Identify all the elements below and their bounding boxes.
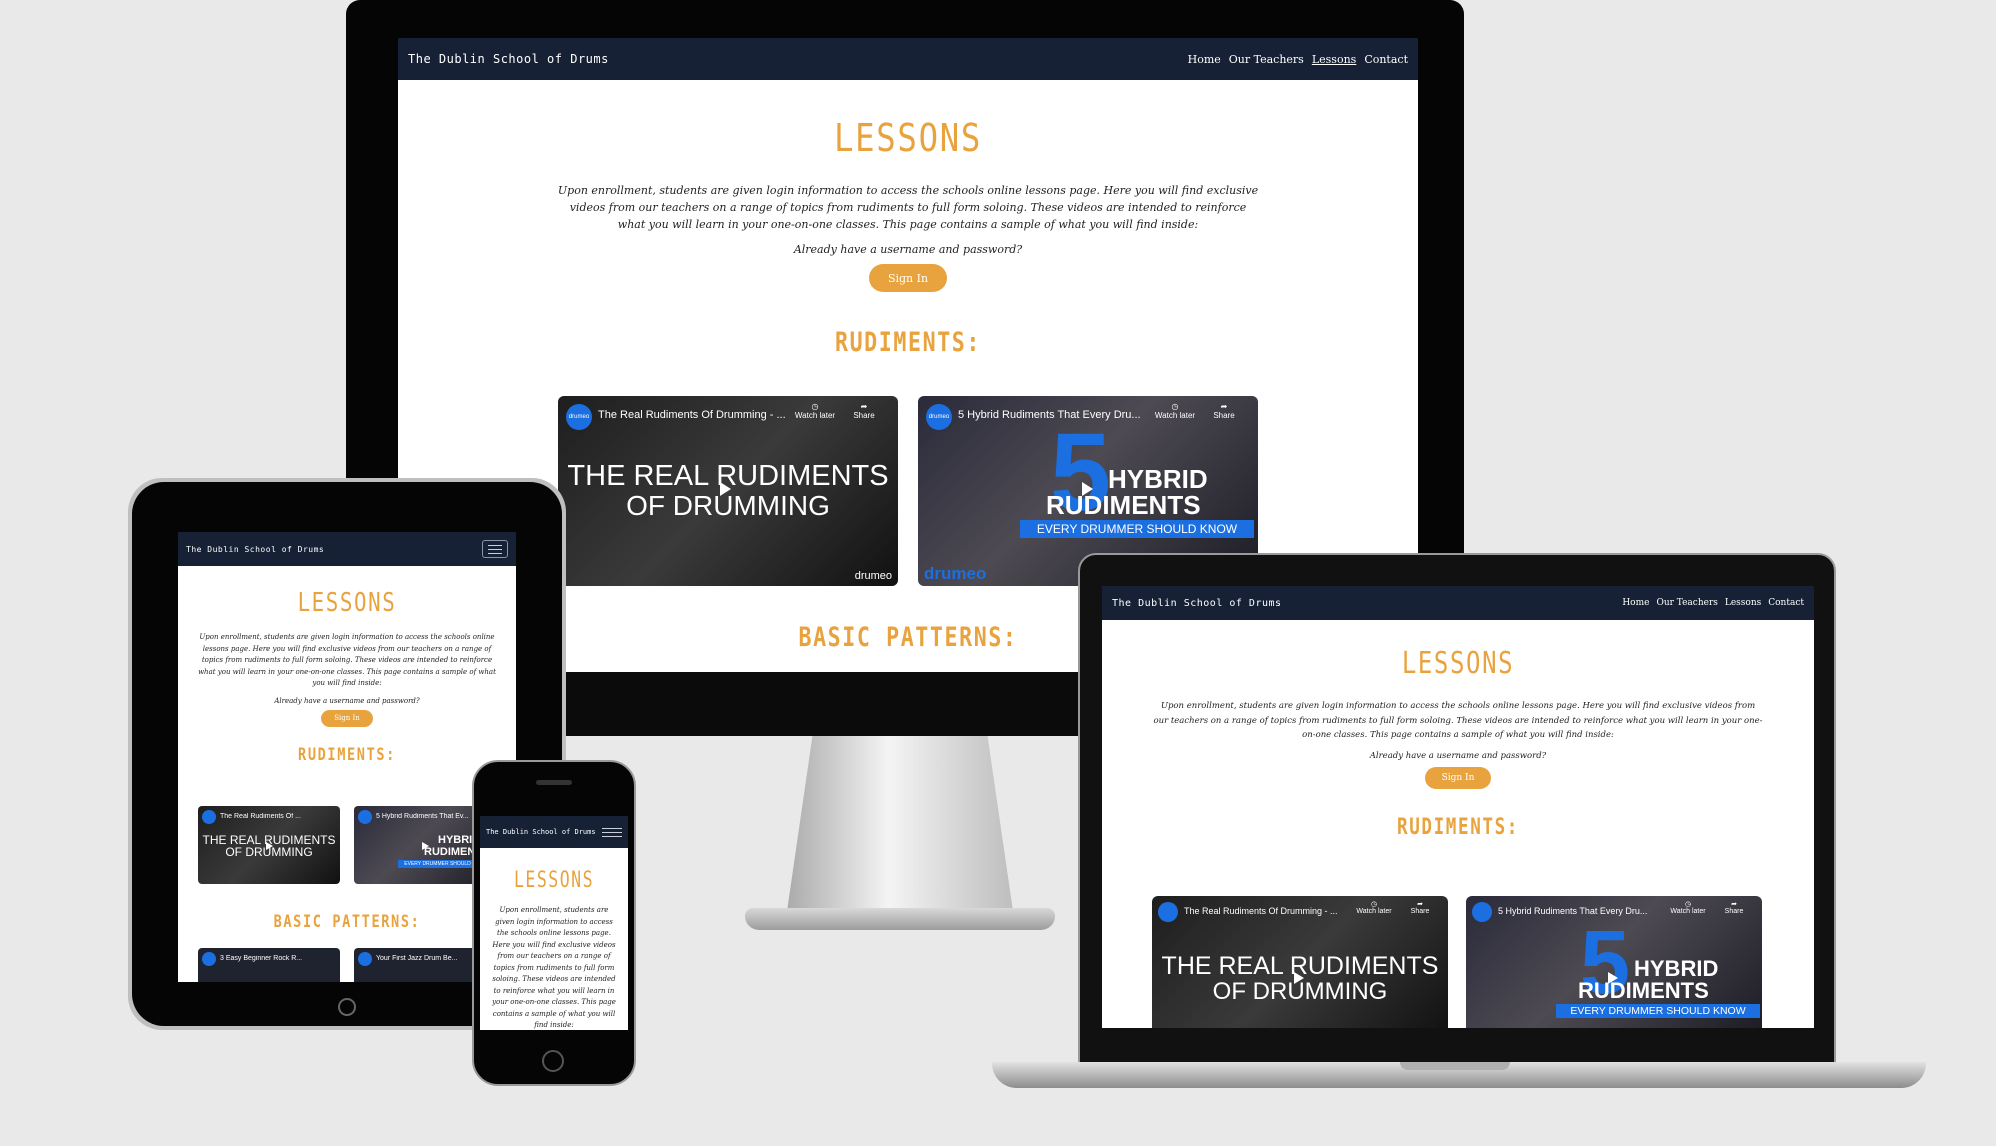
login-question: Already have a username and password? [793,243,1023,256]
video-title: The Real Rudiments Of ... [220,813,301,820]
brand-link[interactable]: The Dublin School of Drums [486,828,596,836]
share-icon[interactable]: ➦ Share [1714,900,1754,915]
play-icon[interactable] [422,842,429,850]
video-title: 3 Easy Beginner Rock R... [220,955,303,962]
share-label: Share [1724,908,1744,915]
drumeo-watermark: drumeo [854,570,892,582]
share-label: Share [1213,411,1235,420]
desktop-navbar: The Dublin School of Drums Home Our Teac… [398,38,1418,80]
drumeo-channel-icon [202,952,216,966]
drumeo-channel-icon [202,810,216,824]
watch-later-icon[interactable]: ◷ Watch later [1150,402,1200,420]
watch-later-label: Watch later [794,411,836,420]
watch-later-label: Watch later [1670,908,1706,915]
drumeo-channel-icon [358,810,372,824]
rudiments-heading: RUDIMENTS: [298,744,396,765]
drumeo-channel-icon [1472,902,1492,922]
intro-text: Upon enrollment, students are given logi… [1153,701,1763,740]
play-icon[interactable] [266,842,273,850]
tablet-home-button [338,998,356,1016]
tablet-navbar: The Dublin School of Drums [178,532,516,566]
laptop-screen: The Dublin School of Drums Home Our Teac… [1102,586,1814,1028]
video-title: The Real Rudiments Of Drumming - ... [598,409,786,421]
nav-home[interactable]: Home [1622,598,1649,608]
rudiments-heading: RUDIMENTS: [1397,814,1519,840]
nav-links: Home Our Teachers Lessons Contact [1188,53,1408,66]
intro-text: Upon enrollment, students are given logi… [492,906,616,1029]
nav-teachers[interactable]: Our Teachers [1656,598,1717,608]
sign-in-button[interactable]: Sign In [869,264,947,292]
watch-later-label: Watch later [1154,411,1196,420]
watch-later-icon[interactable]: ◷ Watch later [1352,900,1396,915]
phone-screen: The Dublin School of Drums LESSONS Upon … [480,816,628,1030]
tablet-screen: The Dublin School of Drums LESSONS Upon … [178,532,516,982]
brand-link[interactable]: The Dublin School of Drums [408,52,609,66]
video-thumb-band: EVERY DRUMMER SHOULD KNOW [1020,520,1254,538]
page-title: LESSONS [833,116,983,160]
video-thumb-line2: OF DRUMMING [626,490,830,521]
share-icon[interactable]: ➦ Share [844,402,884,420]
drumeo-watermark: drumeo [924,564,987,583]
drumeo-channel-icon [358,952,372,966]
page-title: LESSONS [513,868,595,893]
video-title: Your First Jazz Drum Be... [376,955,458,962]
watch-later-icon[interactable]: ◷ Watch later [790,402,840,420]
play-icon[interactable] [1082,482,1093,496]
hamburger-menu-icon[interactable] [602,825,622,839]
video-title: The Real Rudiments Of Drumming - ... [1184,906,1338,916]
brand-link[interactable]: The Dublin School of Drums [1112,598,1282,609]
page-title: LESSONS [297,588,397,618]
video-hybrid-rudiments[interactable]: 5 Hybrid Rudiments That Every Dru... ◷ Wa… [1466,896,1762,1028]
video-real-rudiments[interactable]: drumeo The Real Rudiments Of Drumming - … [558,396,898,586]
basic-patterns-heading: BASIC PATTERNS: [273,912,421,932]
intro-text: Upon enrollment, students are given logi… [557,184,1259,231]
video-real-rudiments[interactable]: The Real Rudiments Of ... THE REAL RUDIM… [198,806,340,884]
sign-in-button[interactable]: Sign In [321,709,373,727]
phone-navbar: The Dublin School of Drums [480,816,628,848]
share-icon[interactable]: ➦ Share [1204,402,1244,420]
drumeo-channel-icon: drumeo [566,404,592,430]
video-title: 5 Hybrid Rudiments That Every Dru... [1498,906,1648,916]
monitor-stand [785,735,1015,925]
video-thumb-band: EVERY DRUMMER SHOULD KNOW [1556,1004,1760,1018]
video-thumb-line2: RUDIMENTS [1046,490,1201,520]
rudiments-heading: RUDIMENTS: [834,327,982,358]
laptop-navbar: The Dublin School of Drums Home Our Teac… [1102,586,1814,620]
sign-in-button[interactable]: Sign In [1425,766,1491,789]
drumeo-channel-icon [1158,902,1178,922]
phone-speaker [536,780,572,785]
hamburger-menu-icon[interactable] [482,540,508,558]
nav-contact[interactable]: Contact [1768,598,1804,608]
share-label: Share [853,411,875,420]
drumeo-channel-icon: drumeo [926,404,952,430]
video-rock-beats[interactable]: 3 Easy Beginner Rock R... [198,948,340,982]
nav-lessons[interactable]: Lessons [1725,598,1761,608]
nav-links: Home Our Teachers Lessons Contact [1622,598,1804,608]
watch-later-label: Watch later [1356,908,1392,915]
laptop-notch [1400,1062,1510,1070]
video-title: 5 Hybrid Rudiments That Ev... [376,813,469,820]
monitor-base [745,908,1055,930]
phone-home-button [542,1050,564,1072]
brand-link[interactable]: The Dublin School of Drums [186,545,324,554]
share-icon[interactable]: ➦ Share [1400,900,1440,915]
watch-later-icon[interactable]: ◷ Watch later [1666,900,1710,915]
play-icon[interactable] [1294,972,1304,984]
login-question: Already have a username and password? [1369,750,1547,761]
intro-text: Upon enrollment, students are given logi… [198,633,496,687]
play-icon[interactable] [720,482,731,496]
video-thumb-line2: RUDIMENTS [1578,978,1709,1003]
play-icon[interactable] [1608,972,1618,984]
share-label: Share [1410,908,1430,915]
nav-teachers[interactable]: Our Teachers [1229,53,1304,66]
video-real-rudiments[interactable]: The Real Rudiments Of Drumming - ... ◷ Wa… [1152,896,1448,1028]
nav-home[interactable]: Home [1188,53,1221,66]
nav-contact[interactable]: Contact [1364,53,1408,66]
login-question: Already have a username and password? [274,696,420,705]
page-title: LESSONS [1401,646,1515,681]
nav-lessons[interactable]: Lessons [1312,53,1356,66]
